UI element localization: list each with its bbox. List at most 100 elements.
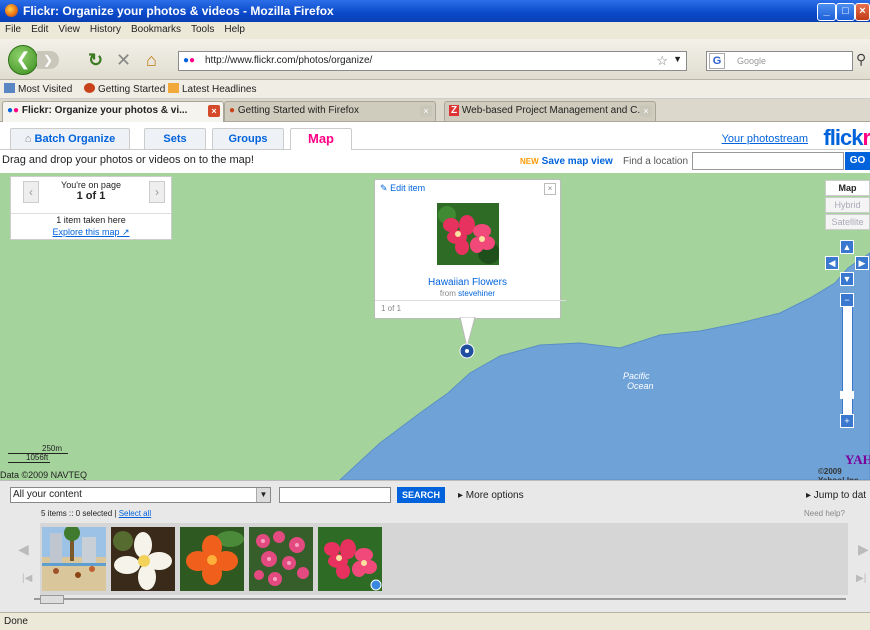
map-type-hybrid[interactable]: Hybrid: [825, 197, 870, 213]
menu-edit[interactable]: Edit: [26, 22, 53, 37]
chevron-down-icon[interactable]: ▼: [256, 488, 270, 502]
yahoo-copyright: ©2009 Yahoo! Inc: [818, 467, 858, 480]
content-select[interactable]: All your content ▼: [10, 487, 271, 503]
tab-getting-started[interactable]: ● Getting Started with Firefox ×: [224, 101, 436, 121]
edit-icon: ✎: [380, 183, 388, 193]
bookmark-star-icon[interactable]: ☆: [656, 53, 668, 69]
search-engine-box[interactable]: G Google: [706, 51, 853, 71]
pink-blossoms-photo[interactable]: [249, 527, 313, 591]
strip-prev-icon[interactable]: ◀: [18, 541, 29, 558]
tray-search-input[interactable]: [279, 487, 391, 503]
close-tab-icon[interactable]: ×: [208, 105, 220, 117]
more-options-link[interactable]: ▸ More options: [458, 490, 524, 501]
bookmark-most-visited[interactable]: Most Visited: [4, 83, 72, 95]
photostream-link[interactable]: Your photostream: [722, 133, 808, 145]
go-button[interactable]: GO: [845, 152, 870, 170]
hibiscus-thumbnail[interactable]: [437, 203, 499, 265]
status-bar: Done: [0, 612, 870, 630]
rss-icon: [168, 83, 179, 93]
back-button[interactable]: ❮: [8, 45, 38, 75]
flickr-favicon: ●●: [183, 55, 196, 66]
url-bar[interactable]: ●● http://www.flickr.com/photos/organize…: [178, 51, 687, 71]
need-help-link[interactable]: Need help?: [804, 509, 845, 518]
tab-project-label: Web-based Project Management and C...: [461, 105, 646, 116]
zoom-handle[interactable]: [840, 391, 854, 399]
forward-button[interactable]: ❯: [37, 51, 59, 69]
edit-item-link[interactable]: ✎ Edit item: [380, 183, 425, 194]
close-tab-icon[interactable]: ×: [640, 105, 652, 117]
stop-icon[interactable]: ✕: [116, 50, 131, 70]
map-canvas[interactable]: Pacific Ocean ‹ › You're on page 1 of 1 …: [0, 173, 870, 480]
zoom-in-icon[interactable]: +: [840, 414, 854, 428]
firefox-icon: [5, 4, 18, 17]
menu-history[interactable]: History: [85, 22, 126, 37]
map-type-map[interactable]: Map: [825, 180, 870, 196]
google-icon[interactable]: G: [709, 53, 725, 69]
pan-left-icon[interactable]: ◀: [825, 256, 839, 270]
zoom-slider[interactable]: [842, 297, 853, 423]
jump-to-date-link[interactable]: ▸ Jump to dat: [806, 490, 866, 501]
pan-right-icon[interactable]: ▶: [855, 256, 869, 270]
ocean-label: Ocean: [627, 381, 654, 391]
photo-title-link[interactable]: Hawaiian Flowers: [375, 277, 560, 288]
tab-map[interactable]: Map: [290, 128, 352, 150]
home-icon: ⌂: [24, 133, 32, 145]
menu-help[interactable]: Help: [219, 22, 250, 37]
search-button[interactable]: SEARCH: [397, 487, 445, 503]
beach-photo[interactable]: [42, 527, 106, 591]
strip-first-icon[interactable]: |◀: [22, 573, 32, 584]
map-type-satellite[interactable]: Satellite: [825, 214, 870, 230]
bookmark-getting-started[interactable]: Getting Started: [84, 83, 165, 95]
strip-scrollbar[interactable]: [34, 595, 846, 604]
map-marker[interactable]: [455, 317, 485, 367]
yahoo-logo: YAHOO: [845, 452, 870, 467]
page-content: ⌂ Batch Organize Sets Groups Map Your ph…: [0, 122, 870, 612]
tab-sets[interactable]: Sets: [144, 128, 206, 149]
orange-flower-photo[interactable]: [180, 527, 244, 591]
menu-bookmarks[interactable]: Bookmarks: [126, 22, 186, 37]
save-map-view-link[interactable]: NEW Save map view: [520, 156, 613, 167]
close-tab-icon[interactable]: ×: [420, 105, 432, 117]
owner-link[interactable]: stevehiner: [458, 289, 495, 298]
find-location-input[interactable]: [692, 152, 844, 170]
reload-icon[interactable]: ↻: [88, 50, 103, 70]
flickr-logo[interactable]: flickr: [823, 125, 870, 151]
maximize-button[interactable]: □: [836, 3, 855, 21]
plumeria-photo[interactable]: [111, 527, 175, 591]
bookmark-latest-headlines[interactable]: Latest Headlines: [168, 83, 257, 95]
url-dropdown-icon[interactable]: ▼: [673, 54, 682, 64]
window-title: Flickr: Organize your photos & videos - …: [23, 4, 334, 18]
zoom-out-icon[interactable]: −: [840, 293, 854, 307]
close-window-button[interactable]: ×: [855, 3, 870, 21]
strip-last-icon[interactable]: ▶|: [856, 573, 866, 584]
ocean-label: Pacific: [623, 371, 650, 381]
url-text[interactable]: http://www.flickr.com/photos/organize/: [205, 55, 372, 66]
photo-tray: All your content ▼ SEARCH ▸ More options …: [0, 480, 870, 612]
close-icon[interactable]: ×: [544, 183, 556, 195]
explore-map-link[interactable]: Explore this map ↗: [11, 227, 171, 238]
photo-strip: [40, 523, 848, 595]
search-icon[interactable]: ⚲: [856, 51, 866, 68]
map-pager: ‹ › You're on page 1 of 1 1 item taken h…: [10, 176, 172, 240]
menu-file[interactable]: File: [0, 22, 26, 37]
navigation-toolbar: ❮ ❯ ↻ ✕ ⌂ ●● http://www.flickr.com/photo…: [0, 39, 870, 80]
strip-next-icon[interactable]: ▶: [858, 541, 869, 558]
hibiscus-photo[interactable]: [318, 527, 382, 591]
menu-bar: File Edit View History Bookmarks Tools Help: [0, 22, 870, 39]
menu-view[interactable]: View: [53, 22, 85, 37]
tab-groups[interactable]: Groups: [212, 128, 284, 149]
tab-flickr[interactable]: ●● Flickr: Organize your photos & vi... …: [2, 101, 224, 122]
tab-batch-organize[interactable]: ⌂ Batch Organize: [10, 128, 130, 149]
strip-scroll-thumb[interactable]: [40, 595, 64, 604]
minimize-button[interactable]: _: [817, 3, 836, 21]
select-all-link[interactable]: Select all: [119, 509, 151, 518]
pan-up-icon[interactable]: ▲: [840, 240, 854, 254]
search-placeholder: Google: [737, 56, 767, 66]
pager-page-count: 1 of 1: [76, 190, 106, 202]
menu-tools[interactable]: Tools: [186, 22, 219, 37]
home-icon[interactable]: ⌂: [146, 50, 157, 70]
new-badge: NEW: [520, 157, 539, 166]
find-location-label: Find a location: [623, 156, 689, 167]
tab-project-management[interactable]: Z Web-based Project Management and C... …: [444, 101, 656, 121]
pan-down-icon[interactable]: ▼: [840, 272, 854, 286]
